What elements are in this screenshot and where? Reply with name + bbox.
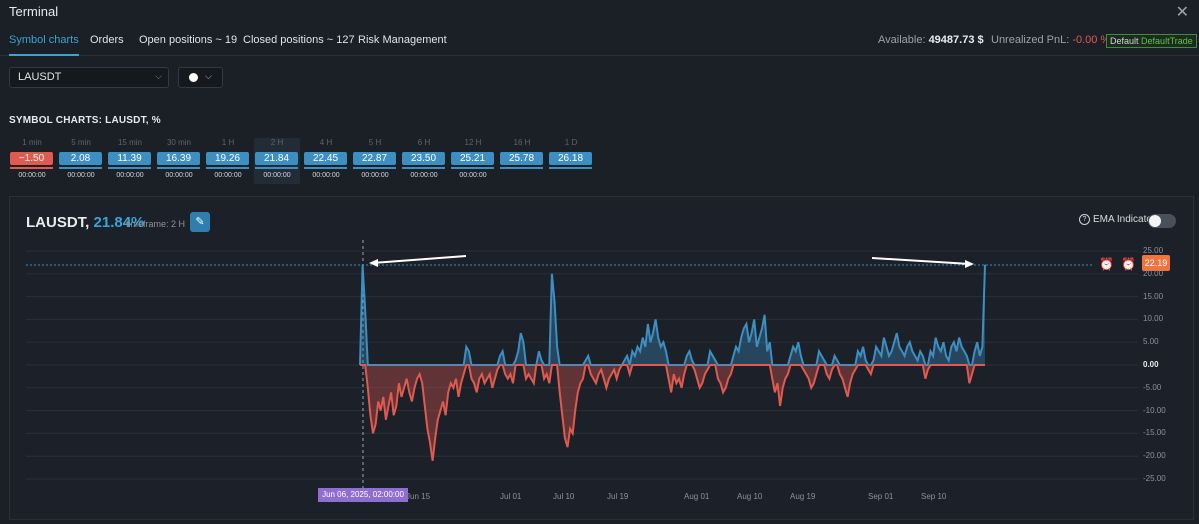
x-tick-label: Jul 19 [607, 492, 629, 501]
y-tick-label: -25.00 [1143, 474, 1166, 483]
y-tick-label: -5.00 [1143, 382, 1162, 392]
x-tick-label: Aug 10 [737, 492, 763, 501]
x-tick-label: Sep 10 [921, 492, 947, 501]
arrow-left-head [369, 259, 378, 267]
alarm-remove-icon[interactable]: ⏰ [1121, 257, 1136, 271]
y-tick-label: 25.00 [1143, 246, 1164, 255]
alarm-add-icon[interactable]: ⏰ [1099, 257, 1114, 271]
x-tick-label: Aug 19 [790, 492, 816, 501]
y-tick-label: -15.00 [1143, 428, 1166, 438]
y-tick-label: 20.00 [1143, 268, 1164, 278]
chart-bars [359, 264, 986, 461]
x-tick-label: Jul 10 [553, 492, 575, 501]
x-tick-label: Jun 15 [406, 492, 431, 501]
x-tick-label: Aug 01 [684, 492, 710, 501]
arrow-right-head [965, 260, 974, 268]
crosshair-date: Jun 06, 2025, 02:00:00 [318, 488, 408, 502]
positive-line [359, 264, 986, 366]
y-tick-label: 10.00 [1143, 314, 1164, 324]
arrow-left [371, 255, 467, 264]
x-tick-label: Jul 01 [500, 492, 522, 501]
arrow-right [871, 257, 971, 265]
y-tick-label: 0.00 [1143, 360, 1159, 369]
y-tick-label: 15.00 [1143, 291, 1164, 301]
x-tick-label: Sep 01 [868, 492, 894, 501]
y-tick-label: -20.00 [1143, 451, 1166, 461]
price-chart[interactable] [0, 0, 1199, 524]
y-tick-label: -10.00 [1143, 405, 1166, 415]
y-tick-label: 5.00 [1143, 337, 1159, 347]
